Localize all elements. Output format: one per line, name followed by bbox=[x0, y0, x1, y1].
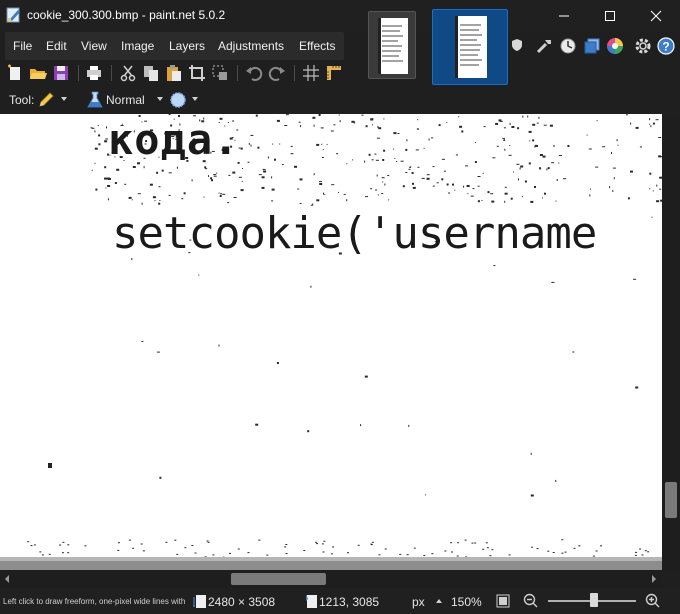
save-icon[interactable] bbox=[51, 63, 71, 83]
main-toolbar bbox=[0, 60, 350, 86]
image-size-icon bbox=[193, 595, 206, 608]
tool-dropdown-arrow[interactable] bbox=[61, 97, 67, 101]
zoom-out-icon[interactable] bbox=[523, 593, 539, 609]
open-icon[interactable] bbox=[28, 63, 48, 83]
copy-icon[interactable] bbox=[141, 63, 161, 83]
status-bar: Left click to draw freeform, one-pixel w… bbox=[0, 588, 680, 614]
help-icon[interactable]: ? bbox=[656, 36, 676, 56]
menu-edit[interactable]: Edit bbox=[46, 39, 67, 53]
zoom-slider-thumb[interactable] bbox=[590, 593, 598, 607]
print-icon[interactable] bbox=[84, 63, 104, 83]
menu-layers[interactable]: Layers bbox=[169, 39, 205, 53]
menu-image[interactable]: Image bbox=[121, 39, 154, 53]
zoom-level[interactable]: 150% bbox=[451, 595, 482, 609]
units-select[interactable]: px bbox=[412, 595, 425, 609]
cursor-position-icon bbox=[306, 594, 317, 608]
antialias-dropdown-arrow[interactable] bbox=[192, 97, 198, 101]
close-icon bbox=[650, 10, 662, 22]
undo-icon[interactable] bbox=[244, 63, 264, 83]
image-tab-thumbnail-1[interactable] bbox=[368, 11, 416, 79]
flask-icon[interactable] bbox=[87, 91, 103, 109]
document-preview-icon bbox=[378, 18, 403, 74]
menu-effects[interactable]: Effects bbox=[299, 39, 335, 53]
antialias-icon[interactable] bbox=[169, 91, 187, 109]
status-hint: Left click to draw freeform, one-pixel w… bbox=[3, 597, 187, 606]
new-icon[interactable] bbox=[5, 63, 25, 83]
maximize-icon bbox=[605, 11, 615, 21]
zoom-to-window-icon[interactable] bbox=[496, 593, 510, 609]
menu-view[interactable]: View bbox=[81, 39, 107, 53]
scan-noise bbox=[0, 114, 680, 570]
minimize-button[interactable] bbox=[541, 0, 587, 32]
ruler-icon[interactable] bbox=[324, 63, 344, 83]
pencil-icon[interactable] bbox=[37, 91, 55, 109]
scroll-right-arrow-icon[interactable] bbox=[652, 575, 656, 583]
units-dropdown-arrow[interactable] bbox=[436, 599, 442, 603]
svg-text:?: ? bbox=[662, 40, 669, 54]
tools-icon[interactable] bbox=[535, 36, 555, 56]
zoom-in-icon[interactable] bbox=[645, 593, 661, 609]
horizontal-scrollbar-thumb[interactable] bbox=[231, 573, 326, 585]
horizontal-scrollbar[interactable] bbox=[0, 570, 662, 588]
crop-icon[interactable] bbox=[187, 63, 207, 83]
image-canvas[interactable]: кода. setcookie('username bbox=[0, 114, 680, 570]
layers-icon[interactable] bbox=[582, 36, 602, 56]
menu-bar: File Edit View Image Layers Adjustments … bbox=[5, 32, 344, 60]
tool-options-bar: Tool: Normal bbox=[0, 86, 680, 114]
scroll-left-arrow-icon[interactable] bbox=[5, 575, 9, 583]
redo-icon[interactable] bbox=[267, 63, 287, 83]
menu-file[interactable]: File bbox=[13, 39, 32, 53]
maximize-button[interactable] bbox=[587, 0, 633, 32]
settings-shield-icon[interactable] bbox=[510, 38, 524, 52]
tool-label: Tool: bbox=[9, 93, 35, 107]
close-button[interactable] bbox=[633, 0, 679, 32]
menu-adjustments[interactable]: Adjustments bbox=[218, 39, 284, 53]
image-tab-thumbnail-2[interactable] bbox=[432, 9, 508, 85]
title-bar: cookie_300.300.bmp - paint.net 5.0.2 bbox=[0, 0, 680, 85]
gear-icon[interactable] bbox=[633, 36, 653, 56]
deselect-icon[interactable] bbox=[210, 63, 230, 83]
history-icon[interactable] bbox=[558, 36, 578, 56]
paste-icon[interactable] bbox=[164, 63, 184, 83]
window-title: cookie_300.300.bmp - paint.net 5.0.2 bbox=[27, 8, 226, 22]
document-text-line-2: setcookie('username bbox=[112, 208, 597, 259]
cursor-position: 1213, 3085 bbox=[319, 595, 380, 609]
document-preview-icon bbox=[455, 16, 482, 78]
cut-icon[interactable] bbox=[118, 63, 138, 83]
blend-mode-select[interactable]: Normal bbox=[106, 93, 145, 107]
document-text-line-1: кода. bbox=[108, 115, 240, 164]
image-size: 2480 × 3508 bbox=[208, 595, 276, 609]
grid-icon[interactable] bbox=[301, 63, 321, 83]
vertical-scrollbar[interactable] bbox=[662, 114, 680, 570]
paintnet-app-icon bbox=[6, 7, 20, 23]
colors-icon[interactable] bbox=[605, 36, 625, 56]
minimize-icon bbox=[559, 15, 569, 17]
blend-dropdown-arrow[interactable] bbox=[157, 97, 163, 101]
vertical-scrollbar-thumb[interactable] bbox=[665, 482, 677, 518]
